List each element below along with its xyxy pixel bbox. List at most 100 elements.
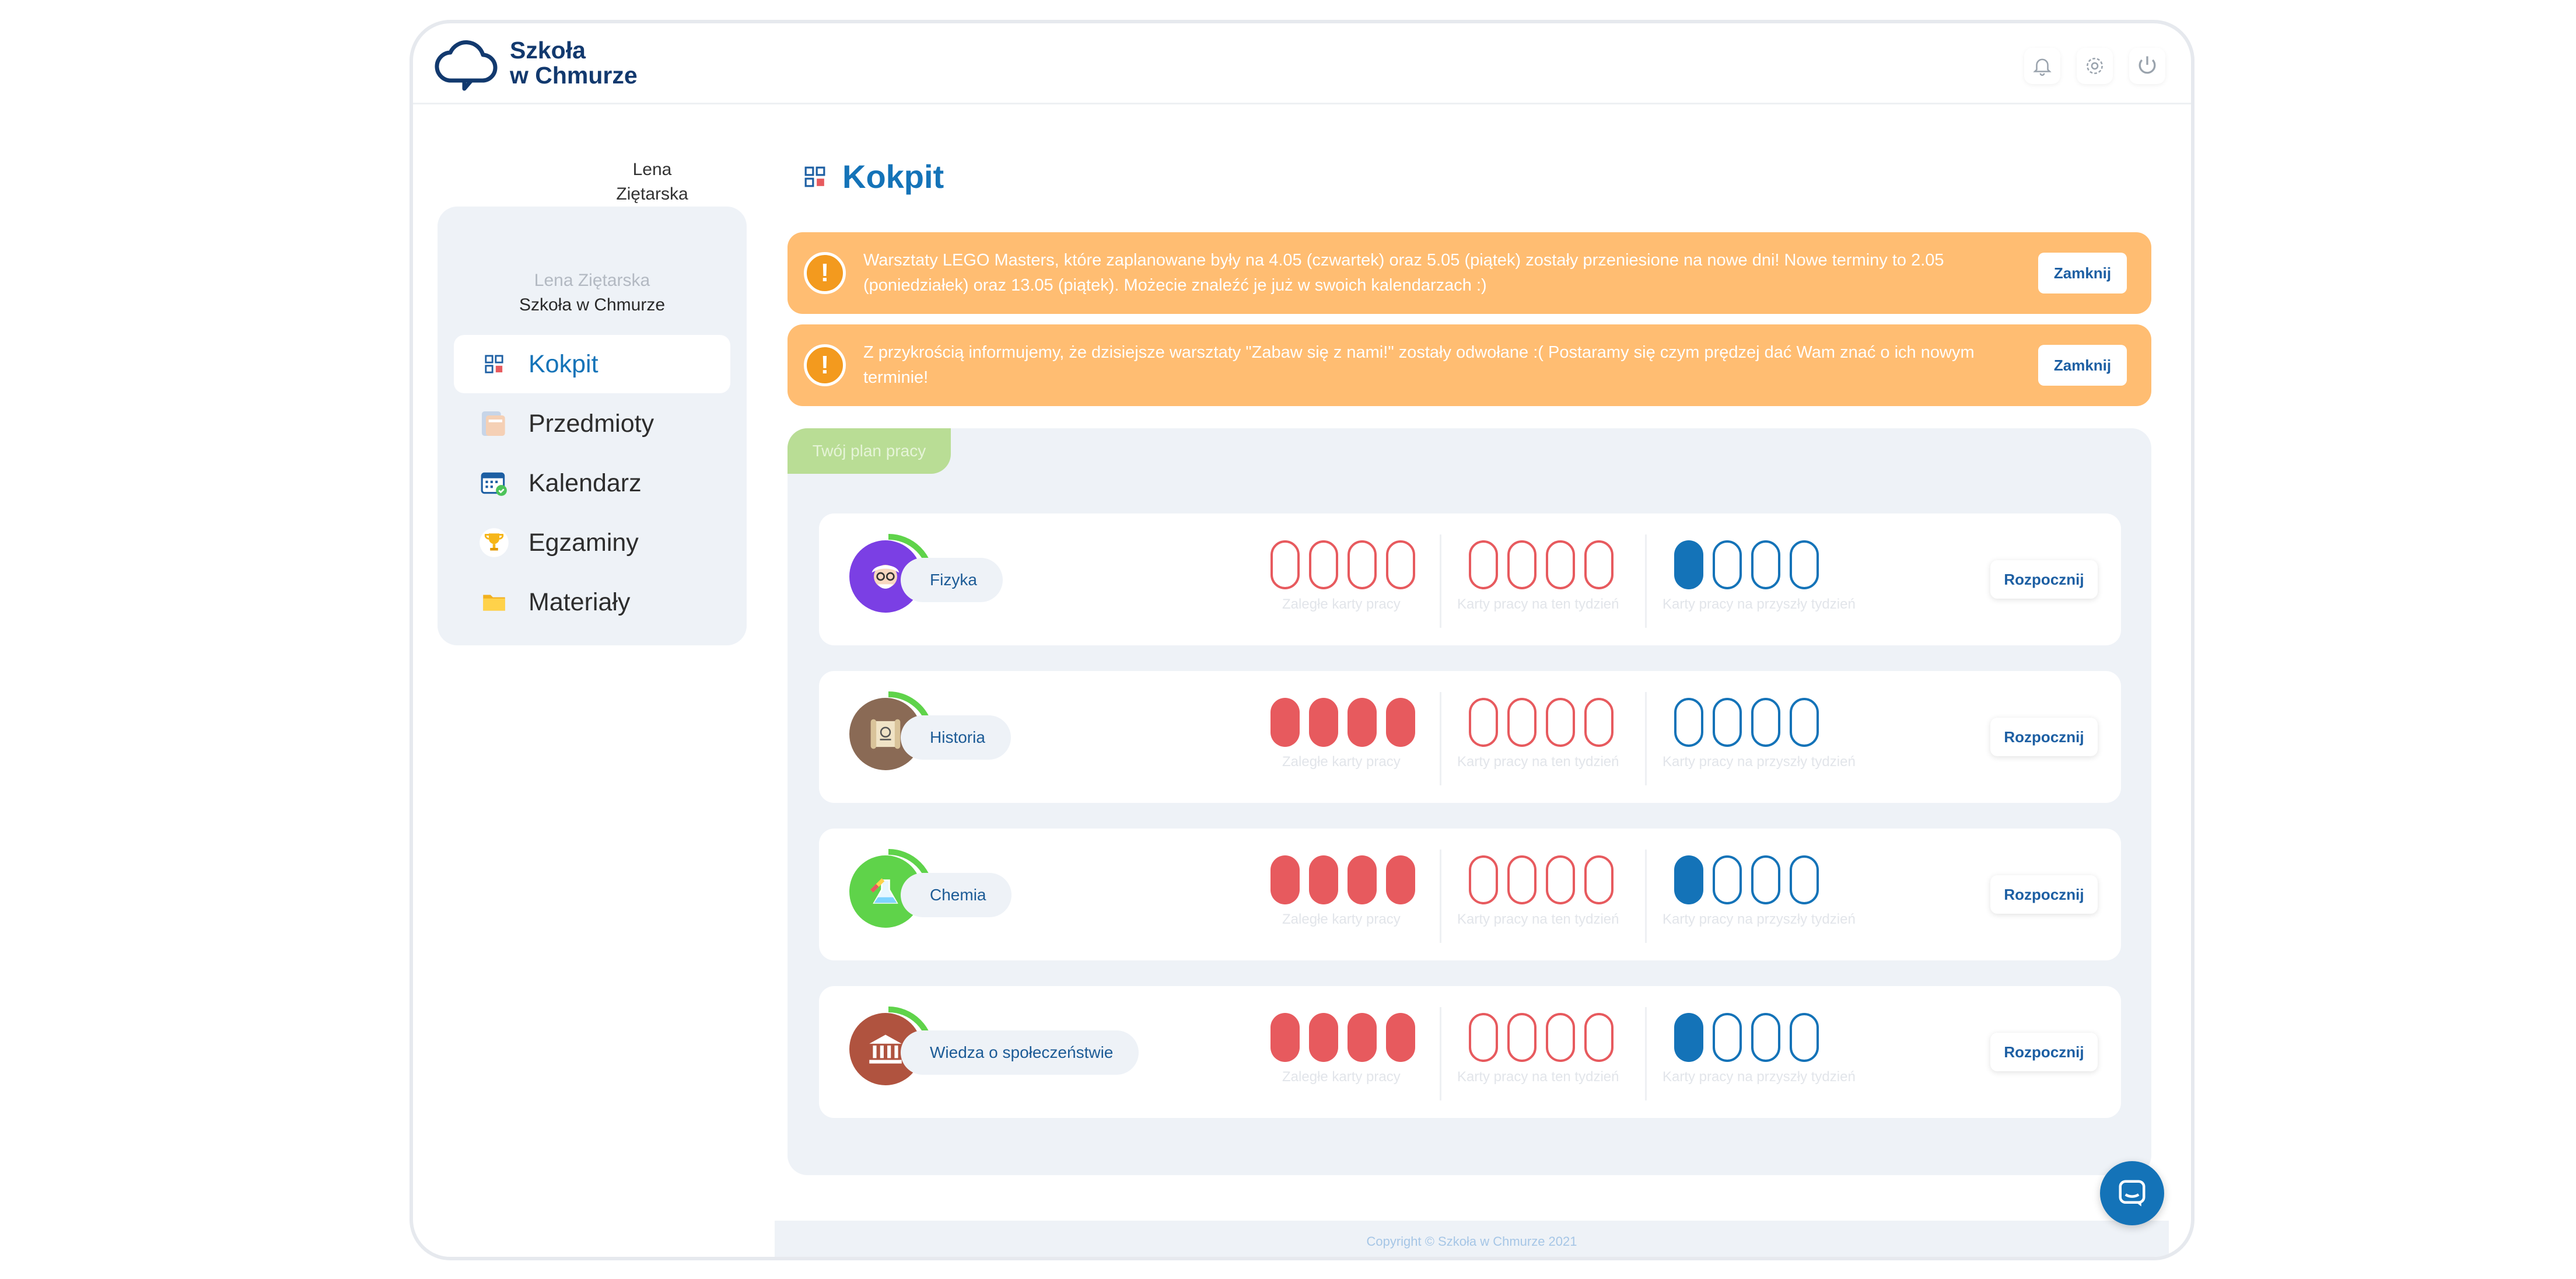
overdue-cards: [1270, 855, 1415, 904]
start-button[interactable]: Rozpocznij: [1990, 875, 2098, 914]
logo-line1: Szkoła: [510, 37, 586, 64]
exclamation-icon: !: [804, 252, 846, 294]
overdue-card: [1309, 540, 1338, 589]
overdue-card: [1386, 855, 1415, 904]
next-week-card: [1751, 540, 1780, 589]
overdue-card: [1386, 540, 1415, 589]
overdue-card: [1270, 698, 1300, 747]
divider: [1440, 692, 1441, 785]
divider: [1440, 850, 1441, 943]
sidebar-item-label: Materiały: [528, 588, 631, 616]
power-icon: [2138, 56, 2156, 74]
alert-text: Z przykrością informujemy, że dzisiejsze…: [863, 343, 1975, 387]
logo[interactable]: Szkoła w Chmurze: [434, 35, 638, 91]
overdue-cards: [1270, 1013, 1415, 1062]
this-week-card: [1546, 1013, 1575, 1062]
close-alert-button[interactable]: Zamknij: [2038, 253, 2127, 293]
next-week-card: [1674, 855, 1703, 904]
start-button[interactable]: Rozpocznij: [1990, 560, 2098, 599]
subject-name: Wiedza o społeczeństwie: [901, 1030, 1139, 1075]
overdue-card: [1270, 855, 1300, 904]
alert-banner: ! Warsztaty LEGO Masters, które zaplanow…: [788, 232, 2151, 314]
logo-line2: w Chmurze: [510, 62, 638, 89]
sidebar-item-kalendarz[interactable]: Kalendarz: [454, 454, 730, 512]
close-alert-button[interactable]: Zamknij: [2038, 345, 2127, 386]
this-week-card: [1469, 1013, 1498, 1062]
subject-name: Chemia: [901, 873, 1012, 917]
dashboard-icon: [804, 166, 825, 187]
next-week-card: [1751, 855, 1780, 904]
logout-button[interactable]: [2129, 48, 2165, 84]
chat-button[interactable]: [2100, 1161, 2164, 1225]
sidebar-item-kokpit[interactable]: Kokpit: [454, 335, 730, 393]
sidebar-item-label: Przedmioty: [528, 409, 654, 438]
sidebar-item-label: Egzaminy: [528, 528, 639, 557]
divider: [1645, 692, 1647, 785]
next-week-card: [1713, 540, 1742, 589]
this-week-card: [1507, 1013, 1536, 1062]
overdue-card: [1348, 1013, 1377, 1062]
overdue-card: [1270, 1013, 1300, 1062]
sidebar-user-name: Lena Ziętarska: [534, 271, 650, 290]
divider: [1440, 534, 1441, 628]
page-title-text: Kokpit: [842, 158, 944, 195]
subject-row: Wiedza o społeczeństwie Zaległe karty pr…: [819, 986, 2121, 1118]
overdue-card: [1309, 698, 1338, 747]
next-week-caption: Karty pracy na przyszły tydzień: [1662, 596, 1856, 612]
this-week-cards: [1469, 540, 1614, 589]
next-week-cards: [1674, 1013, 1819, 1062]
this-week-card: [1584, 540, 1614, 589]
work-plan-panel: Twój plan pracy Fizyka Zaległe karty pra…: [788, 428, 2151, 1175]
this-week-card: [1469, 855, 1498, 904]
settings-button[interactable]: [2077, 48, 2113, 84]
alert-text: Warsztaty LEGO Masters, które zaplanowan…: [863, 251, 1944, 295]
books-icon: [477, 407, 511, 441]
app-frame: Szkoła w Chmurze Lena Ziętarska Lena Zię…: [410, 20, 2194, 1260]
overdue-card: [1386, 1013, 1415, 1062]
overdue-card: [1348, 698, 1377, 747]
dashboard-icon: [477, 347, 511, 381]
this-week-cards: [1469, 855, 1614, 904]
divider: [1645, 850, 1647, 943]
overdue-cards: [1270, 698, 1415, 747]
start-button[interactable]: Rozpocznij: [1990, 718, 2098, 756]
sidebar-item-materialy[interactable]: Materiały: [454, 573, 730, 631]
next-week-card: [1674, 1013, 1703, 1062]
gear-icon: [2087, 58, 2103, 74]
this-week-card: [1546, 540, 1575, 589]
notifications-button[interactable]: [2024, 48, 2060, 84]
overdue-caption: Zaległe karty pracy: [1282, 596, 1401, 612]
overdue-card: [1348, 540, 1377, 589]
next-week-caption: Karty pracy na przyszły tydzień: [1662, 1069, 1856, 1085]
folder-icon: [477, 585, 511, 619]
next-week-card: [1713, 855, 1742, 904]
this-week-card: [1507, 698, 1536, 747]
next-week-caption: Karty pracy na przyszły tydzień: [1662, 754, 1856, 770]
cloud-icon: [435, 40, 498, 91]
work-plan-tab[interactable]: Twój plan pracy: [788, 428, 951, 474]
next-week-card: [1790, 1013, 1819, 1062]
sidebar-item-label: Kokpit: [528, 350, 598, 378]
next-week-card: [1790, 698, 1819, 747]
user-display-name: Lena Ziętarska: [616, 160, 688, 204]
divider: [1645, 1007, 1647, 1100]
sidebar-item-label: Kalendarz: [528, 469, 642, 497]
this-week-card: [1584, 1013, 1614, 1062]
divider: [1440, 1007, 1441, 1100]
overdue-caption: Zaległe karty pracy: [1282, 1069, 1401, 1085]
start-button[interactable]: Rozpocznij: [1990, 1033, 2098, 1071]
subject-name: Fizyka: [901, 558, 1003, 602]
sidebar-item-egzaminy[interactable]: Egzaminy: [454, 513, 730, 572]
next-week-card: [1751, 698, 1780, 747]
this-week-card: [1507, 540, 1536, 589]
sidebar-item-przedmioty[interactable]: Przedmioty: [454, 394, 730, 453]
chat-icon: [2119, 1180, 2146, 1207]
next-week-card: [1713, 698, 1742, 747]
next-week-cards: [1674, 540, 1819, 589]
next-week-card: [1790, 855, 1819, 904]
this-week-caption: Karty pracy na ten tydzień: [1457, 1069, 1619, 1085]
this-week-cards: [1469, 1013, 1614, 1062]
this-week-card: [1469, 540, 1498, 589]
overdue-card: [1309, 1013, 1338, 1062]
this-week-card: [1584, 698, 1614, 747]
